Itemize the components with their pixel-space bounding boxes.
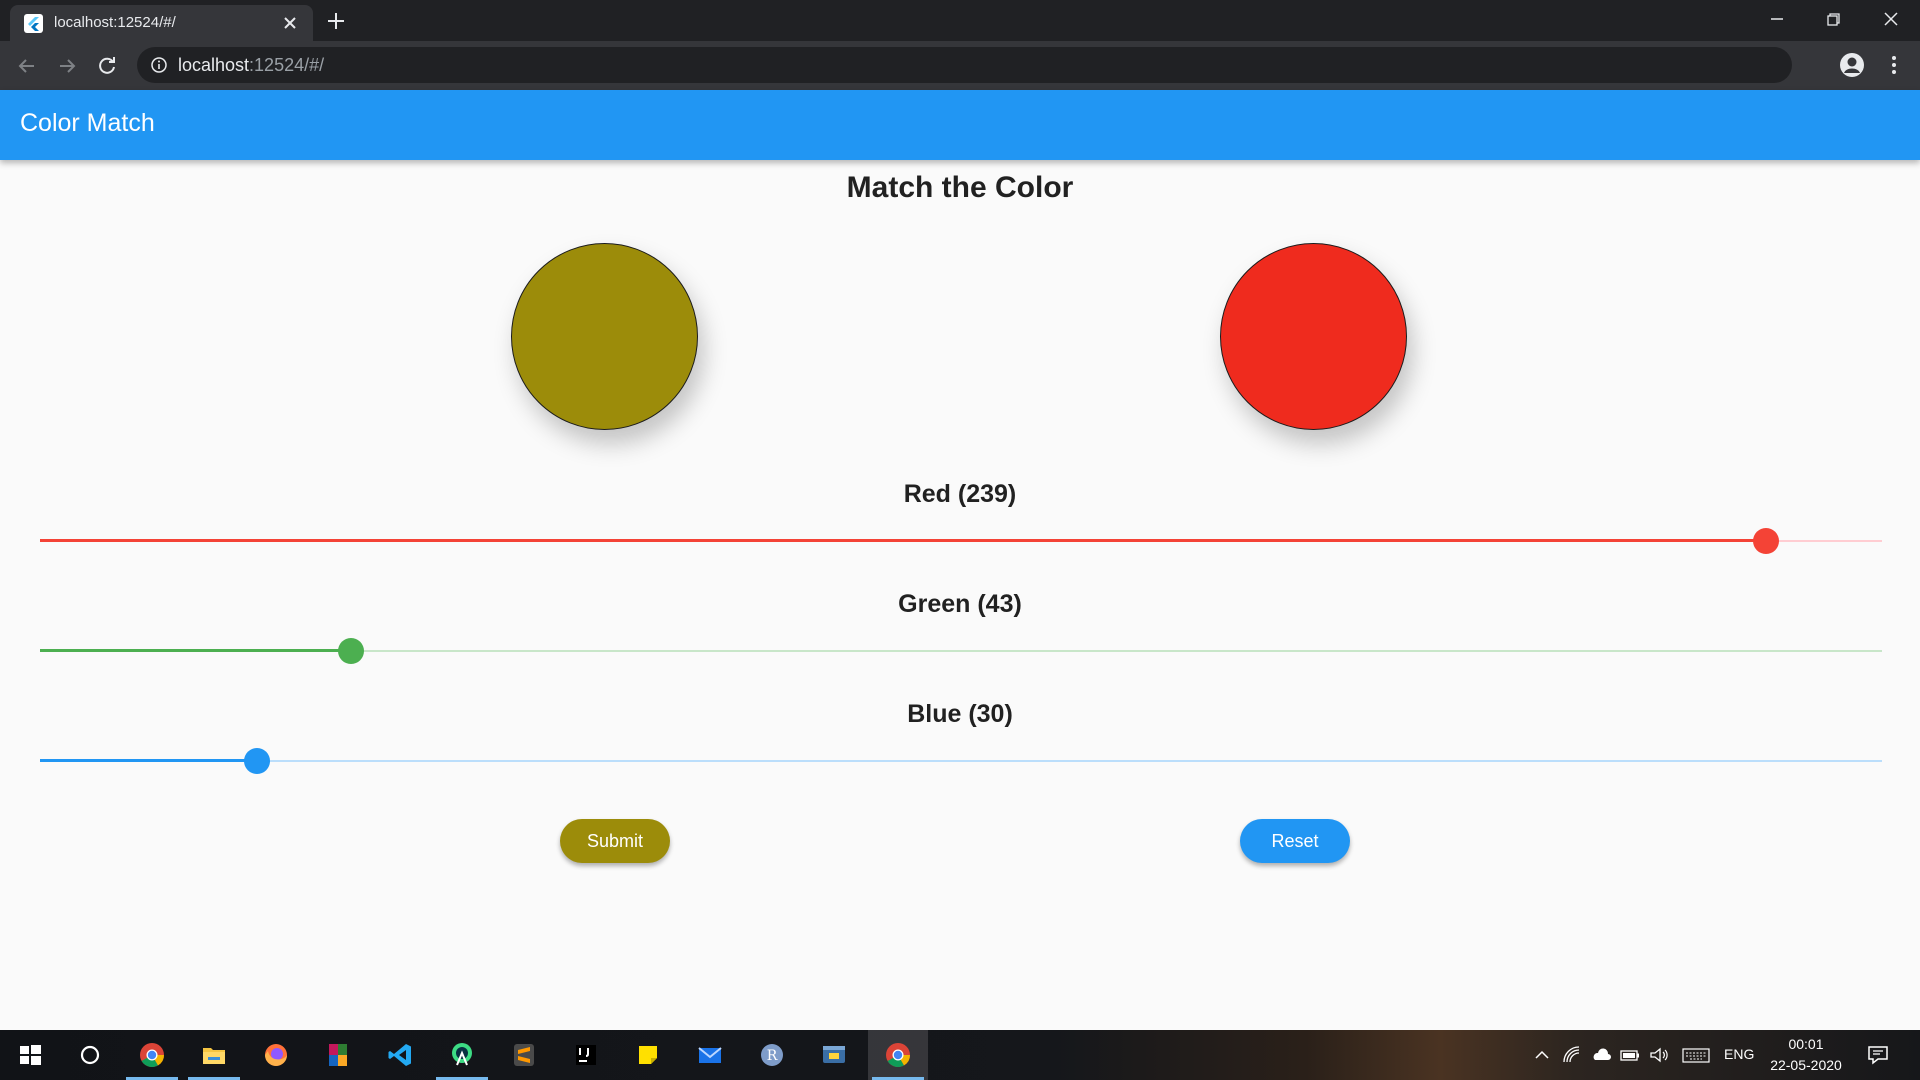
windows-taskbar: R ENG 00:01 22-05-2020 <box>0 1030 1920 1080</box>
browser-tab-strip: localhost:12524/#/ <box>0 0 1920 41</box>
green-slider-active-track <box>40 649 351 652</box>
minimize-icon[interactable] <box>1764 6 1790 32</box>
sticky-notes-icon[interactable] <box>618 1030 678 1080</box>
file-explorer-icon[interactable] <box>184 1030 244 1080</box>
svg-text:R: R <box>767 1048 778 1064</box>
plus-icon[interactable] <box>325 10 347 32</box>
python-icon[interactable] <box>804 1030 864 1080</box>
browser-toolbar: localhost:12524/#/ <box>0 41 1920 90</box>
chevron-up-icon[interactable] <box>1531 1044 1553 1066</box>
url-text: localhost:12524/#/ <box>178 55 324 76</box>
address-bar[interactable]: localhost:12524/#/ <box>137 47 1792 83</box>
green-slider[interactable] <box>40 636 1882 666</box>
tab-title: localhost:12524/#/ <box>54 14 176 31</box>
page-heading: Match the Color <box>846 171 1074 204</box>
flutter-icon <box>24 14 43 33</box>
clock-date[interactable]: 22-05-2020 <box>1763 1057 1849 1073</box>
wifi-icon[interactable] <box>1561 1044 1583 1066</box>
battery-icon[interactable] <box>1619 1044 1641 1066</box>
notifications-icon[interactable] <box>1866 1043 1890 1067</box>
info-icon[interactable] <box>150 56 168 74</box>
restore-icon[interactable] <box>1820 6 1846 32</box>
app-title: Color Match <box>20 109 155 137</box>
user-color-circle <box>1220 243 1407 430</box>
blue-slider[interactable] <box>40 746 1882 776</box>
forward-icon[interactable] <box>54 53 80 79</box>
reset-button[interactable]: Reset <box>1240 819 1350 863</box>
winrar-icon[interactable] <box>308 1030 368 1080</box>
reload-icon[interactable] <box>94 53 120 79</box>
firefox-icon[interactable] <box>246 1030 306 1080</box>
close-icon[interactable] <box>1878 6 1904 32</box>
target-color-circle <box>511 243 698 430</box>
green-slider-label: Green (43) <box>898 590 1022 618</box>
blue-slider-label: Blue (30) <box>907 700 1013 728</box>
keyboard-icon[interactable] <box>1682 1044 1710 1066</box>
red-slider-thumb[interactable] <box>1753 528 1780 554</box>
blue-slider-active-track <box>40 759 257 762</box>
mail-icon[interactable] <box>680 1030 740 1080</box>
more-icon[interactable] <box>1882 53 1906 77</box>
intellij-icon[interactable] <box>556 1030 616 1080</box>
url-host: localhost <box>178 55 250 75</box>
chrome-icon[interactable] <box>122 1030 182 1080</box>
volume-icon[interactable] <box>1648 1044 1670 1066</box>
account-icon[interactable] <box>1838 51 1866 79</box>
cortana-search-icon[interactable] <box>60 1030 120 1080</box>
submit-button[interactable]: Submit <box>560 819 670 863</box>
red-slider-label: Red (239) <box>903 480 1017 508</box>
browser-tab[interactable]: localhost:12524/#/ <box>10 5 313 41</box>
android-studio-icon[interactable] <box>432 1030 492 1080</box>
language-indicator[interactable]: ENG <box>1724 1046 1754 1062</box>
chrome-active-icon[interactable] <box>868 1030 928 1080</box>
onedrive-icon[interactable] <box>1590 1044 1612 1066</box>
green-slider-thumb[interactable] <box>337 638 364 664</box>
app-bar: Color Match <box>0 90 1920 160</box>
red-slider[interactable] <box>40 526 1882 556</box>
url-path: :12524/#/ <box>249 55 325 75</box>
r-icon[interactable]: R <box>742 1030 802 1080</box>
windows-start-icon[interactable] <box>0 1030 60 1080</box>
clock-time[interactable]: 00:01 <box>1770 1036 1842 1052</box>
red-slider-active-track <box>40 539 1767 542</box>
main-content: Match the Color Red (239) Green (43) Blu… <box>0 160 1920 1030</box>
close-icon[interactable] <box>280 13 300 33</box>
blue-slider-thumb[interactable] <box>243 748 270 774</box>
sublime-text-icon[interactable] <box>494 1030 554 1080</box>
vscode-icon[interactable] <box>370 1030 430 1080</box>
blue-slider-track <box>40 760 1882 762</box>
back-icon[interactable] <box>14 53 40 79</box>
